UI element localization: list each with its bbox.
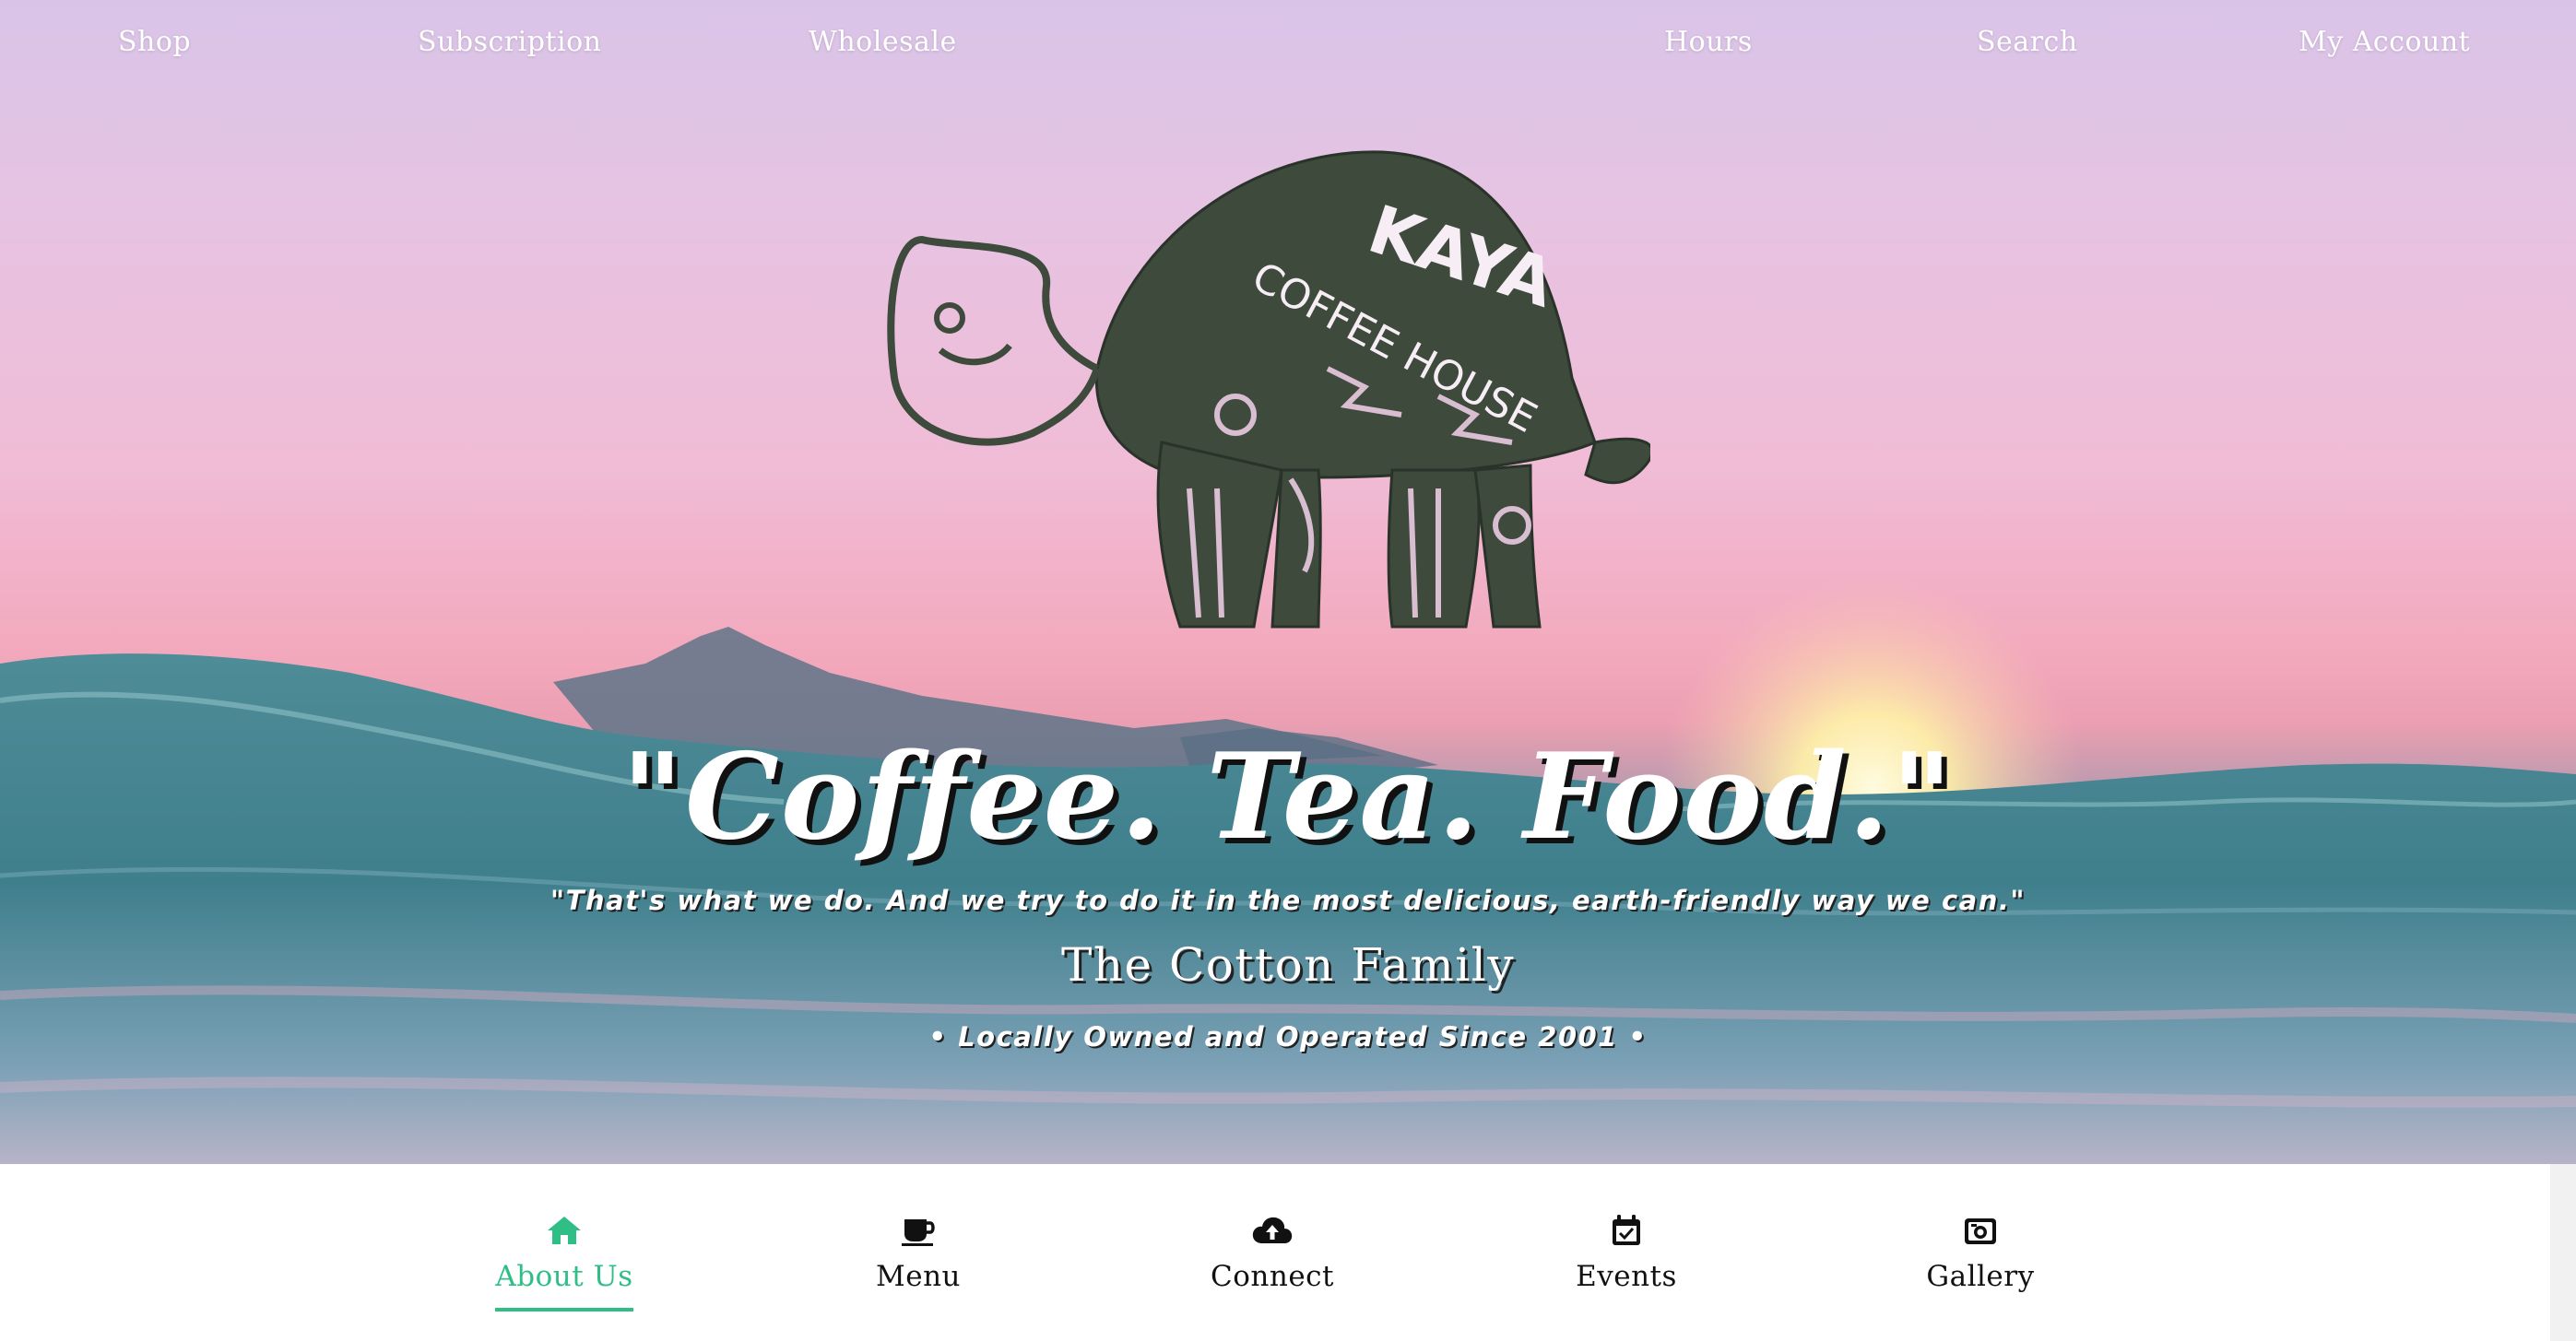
nav-shop[interactable]: Shop — [118, 26, 191, 58]
section-tab-label: About Us — [495, 1260, 633, 1312]
section-tab-label: Menu — [875, 1260, 962, 1293]
calendar-check-icon — [1613, 1215, 1640, 1245]
hero-banner: Shop Subscription Wholesale Hours Search… — [0, 0, 2576, 1164]
camera-icon — [1965, 1218, 1996, 1244]
page-scrollbar[interactable] — [2550, 1164, 2576, 1341]
nav-my-account[interactable]: My Account — [2298, 26, 2470, 58]
hero-headline: "Coffee. Tea. Food." — [621, 728, 1955, 866]
section-tab-gallery[interactable]: Gallery — [1861, 1214, 2100, 1293]
nav-wholesale[interactable]: Wholesale — [809, 26, 957, 58]
nav-search[interactable]: Search — [1977, 26, 2078, 58]
section-tab-label: Gallery — [1926, 1260, 2035, 1293]
section-tab-label: Connect — [1211, 1260, 1334, 1293]
section-tab-menu[interactable]: Menu — [798, 1214, 1038, 1293]
hero-attribution: The Cotton Family — [1060, 938, 1516, 992]
section-tab-events[interactable]: Events — [1507, 1214, 1746, 1293]
home-icon — [548, 1217, 581, 1244]
section-navigation: About Us Menu Connect Events Gallery — [0, 1164, 2576, 1341]
nav-hours[interactable]: Hours — [1664, 26, 1753, 58]
section-tab-connect[interactable]: Connect — [1152, 1214, 1392, 1293]
coffee-cup-icon — [902, 1219, 935, 1246]
hero-quote: "That's what we do. And we try to do it … — [550, 885, 2026, 916]
nav-subscription[interactable]: Subscription — [418, 26, 601, 58]
hero-since-text: • Locally Owned and Operated Since 2001 … — [928, 1021, 1648, 1053]
kaya-turtle-logo: KAYA COFFEE HOUSE — [887, 150, 1650, 629]
cloud-upload-icon — [1252, 1217, 1293, 1243]
section-tab-label: Events — [1576, 1260, 1677, 1293]
section-tab-about-us[interactable]: About Us — [444, 1214, 684, 1312]
top-navigation: Shop Subscription Wholesale Hours Search… — [0, 0, 2576, 92]
